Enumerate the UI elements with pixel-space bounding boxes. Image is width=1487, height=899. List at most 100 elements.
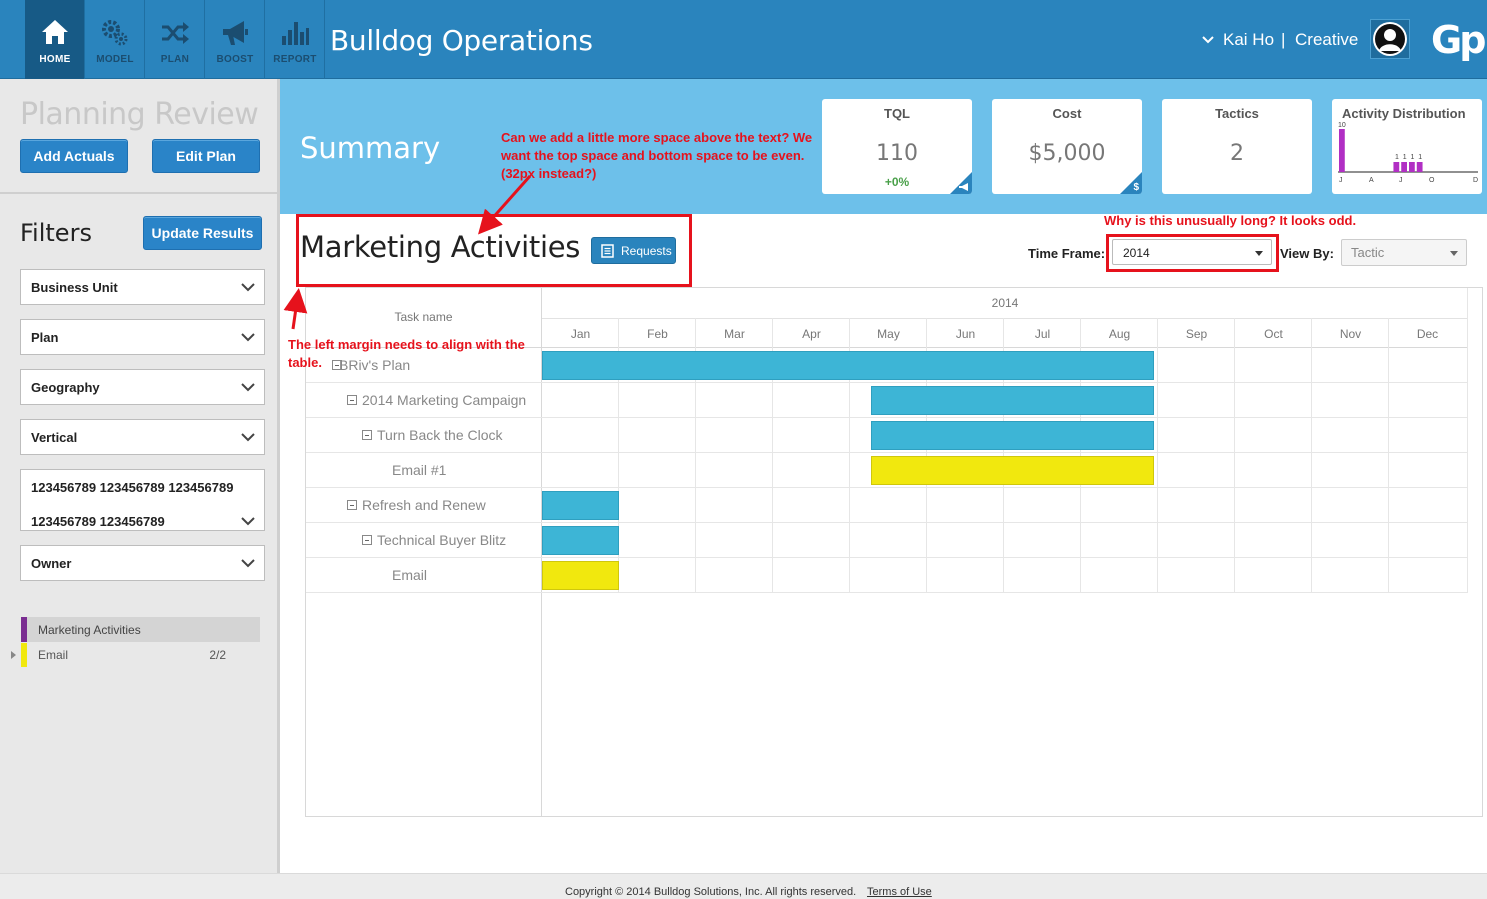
- distribution-bar: [1416, 162, 1423, 172]
- filter-geography-label: Geography: [31, 380, 100, 395]
- distribution-axis-label: A: [1369, 177, 1374, 184]
- chevron-down-icon: [241, 333, 255, 342]
- collapse-toggle-icon[interactable]: [347, 500, 357, 510]
- summary-title: Summary: [300, 131, 441, 165]
- kpi-card-cost-title: Cost: [1052, 106, 1082, 121]
- distribution-bar-label: 1: [1418, 154, 1422, 161]
- gantt-month-label: Aug: [1108, 327, 1131, 341]
- gantt-year-divider: [542, 318, 1468, 319]
- distribution-axis-label: J: [1339, 177, 1343, 184]
- nav-model-label: MODEL: [96, 54, 134, 65]
- timeframe-label: Time Frame:: [1028, 246, 1106, 261]
- planning-review-title: Planning Review: [20, 97, 259, 132]
- gantt-month-label: Jun: [955, 327, 976, 341]
- distribution-axis-label: O: [1429, 177, 1435, 184]
- viewby-select[interactable]: Tactic: [1341, 239, 1467, 266]
- summary-band: Summary TQL 110 +0% Cost $5,000 $ Tactic…: [280, 79, 1487, 214]
- gantt-month-label: Sep: [1185, 327, 1208, 341]
- kpi-card-tactics-title: Tactics: [1215, 106, 1259, 121]
- expand-arrow-icon[interactable]: [11, 651, 16, 659]
- viewby-label: View By:: [1280, 246, 1334, 261]
- gantt-task-row[interactable]: Technical Buyer Blitz: [306, 523, 541, 558]
- gantt-task-row[interactable]: Refresh and Renew: [306, 488, 541, 523]
- activity-distribution-chart: 101 1 1 1J A J O D: [1338, 122, 1478, 184]
- gantt-bar[interactable]: [542, 491, 619, 520]
- megaphone-icon: [223, 21, 248, 45]
- chevron-down-icon: [241, 433, 255, 442]
- app-title: Bulldog Operations: [330, 24, 593, 57]
- nav-report[interactable]: REPORT: [265, 0, 325, 79]
- kpi-card-tactics[interactable]: Tactics 2: [1162, 99, 1312, 194]
- edit-plan-button[interactable]: Edit Plan: [152, 139, 260, 173]
- gantt-grid-line: [1157, 318, 1158, 593]
- filter-business-unit[interactable]: Business Unit: [20, 269, 265, 305]
- gantt-bar[interactable]: [542, 351, 1155, 380]
- activity-distribution-card[interactable]: Activity Distribution 10 1 1 1 1 J A J O D: [1332, 99, 1482, 194]
- gantt-month-label: Nov: [1339, 327, 1362, 341]
- gantt-task-name: Email #1: [392, 462, 447, 478]
- collapse-toggle-icon[interactable]: [362, 430, 372, 440]
- annotation-timeframe-note: Why is this unusually long? It looks odd…: [1104, 213, 1357, 228]
- collapse-toggle-icon[interactable]: [362, 535, 372, 545]
- app-root: HOME MODEL PLAN BOOST REPORT Bulldog Ope…: [0, 0, 1487, 899]
- legend-header[interactable]: Marketing Activities: [21, 617, 260, 642]
- caret-down-icon: [1450, 251, 1458, 256]
- megaphone-icon: [959, 183, 968, 191]
- gantt-task-row[interactable]: Turn Back the Clock: [306, 418, 541, 453]
- gantt-task-header: Task name: [394, 310, 453, 324]
- chevron-down-icon: [241, 283, 255, 292]
- collapse-toggle-icon[interactable]: [347, 395, 357, 405]
- gantt-month-label: Apr: [802, 327, 821, 341]
- nav-boost-label: BOOST: [216, 54, 254, 65]
- legend-row-color: [21, 643, 27, 667]
- kpi-card-tql-title: TQL: [884, 106, 910, 121]
- annotation-box-timeframe: [1106, 234, 1279, 272]
- add-actuals-button[interactable]: Add Actuals: [20, 139, 128, 173]
- nav-boost[interactable]: BOOST: [205, 0, 265, 79]
- legend-row-label: Email: [38, 648, 69, 662]
- filter-plan[interactable]: Plan: [20, 319, 265, 355]
- user-role[interactable]: Creative: [1295, 30, 1358, 50]
- gantt-bar[interactable]: [870, 456, 1155, 485]
- user-name: Kai Ho: [1223, 30, 1275, 49]
- user-separator: |: [1281, 30, 1286, 49]
- distribution-max-label: 10: [1338, 122, 1346, 129]
- gantt-bar[interactable]: [542, 526, 619, 555]
- copyright-text: Copyright © 2014 Bulldog Solutions, Inc.…: [565, 886, 857, 898]
- gantt-bar[interactable]: [542, 561, 619, 590]
- home-icon: [42, 20, 68, 44]
- terms-of-use-link[interactable]: Terms of Use: [867, 886, 932, 898]
- update-results-button[interactable]: Update Results: [143, 216, 262, 250]
- distribution-axis-label: D: [1473, 177, 1478, 184]
- gears-icon: [102, 20, 128, 46]
- annotation-spacing-note: Can we add a little more space above the…: [501, 130, 813, 181]
- filter-long-label-line1: 123456789 123456789 123456789: [31, 480, 234, 495]
- gantt-month-label: Jul: [1034, 327, 1051, 341]
- distribution-bar-label: 1: [1395, 154, 1399, 161]
- filter-geography[interactable]: Geography: [20, 369, 265, 405]
- nav-model[interactable]: MODEL: [85, 0, 145, 79]
- kpi-card-cost[interactable]: Cost $5,000 $: [992, 99, 1142, 194]
- user-avatar-icon: [1373, 22, 1407, 56]
- avatar[interactable]: [1370, 19, 1410, 59]
- filter-owner[interactable]: Owner: [20, 545, 265, 581]
- kpi-card-tactics-value: 2: [1230, 141, 1244, 166]
- filter-vertical[interactable]: Vertical: [20, 419, 265, 455]
- dollar-icon: $: [1133, 182, 1139, 193]
- gantt-month-label: Feb: [647, 327, 668, 341]
- filter-long-label[interactable]: 123456789 123456789 123456789 123456789 …: [20, 469, 265, 531]
- nav-plan[interactable]: PLAN: [145, 0, 205, 79]
- gantt-task-name: Technical Buyer Blitz: [377, 532, 507, 548]
- gantt-task-name: Email: [392, 567, 428, 583]
- legend-row-email[interactable]: Email 2/2: [11, 643, 260, 667]
- kpi-card-tql-value: 110: [876, 141, 918, 166]
- gantt-bar[interactable]: [870, 386, 1155, 415]
- gantt-year-label: 2014: [991, 296, 1019, 310]
- nav-home[interactable]: HOME: [25, 0, 85, 79]
- annotation-margin-note: The left margin needs to align with the …: [288, 337, 525, 370]
- kpi-card-tql[interactable]: TQL 110 +0%: [822, 99, 972, 194]
- gantt-bar[interactable]: [870, 421, 1155, 450]
- gantt-task-row[interactable]: 2014 Marketing Campaign: [306, 383, 541, 418]
- gantt-task-row[interactable]: Email: [306, 558, 541, 593]
- gantt-task-row[interactable]: Email #1: [306, 453, 541, 488]
